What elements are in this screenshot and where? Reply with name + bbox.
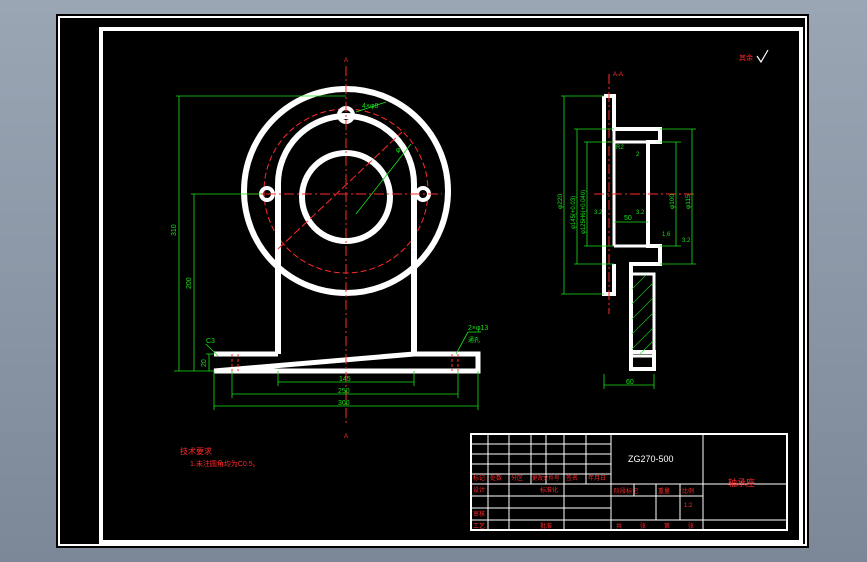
dim-overall-height: 310: [171, 224, 178, 236]
header-sign: 签名: [566, 474, 578, 482]
dim-chamfer: C3: [206, 338, 215, 345]
sheets-unit-1: 张: [640, 522, 646, 530]
section-dimensions: [561, 95, 696, 389]
row-label-process: 工艺: [473, 522, 485, 530]
section-hatch: [631, 274, 654, 356]
row-label-review: 审核: [473, 510, 485, 518]
surface-finish-note: 其余: [739, 53, 753, 62]
row-label-design: 设计: [473, 486, 485, 494]
dim-s2: 3.2: [636, 210, 645, 216]
sheets-number-label: 第: [664, 522, 670, 530]
row-label-mark: 标记: [473, 474, 485, 482]
section-mark-top: A: [344, 58, 348, 64]
dim-d2: φ145(+0.03): [571, 196, 577, 229]
dim-base-width: 300: [338, 400, 350, 407]
sheets-unit-2: 张: [688, 522, 694, 530]
dim-s3: 1.6: [662, 232, 671, 238]
dim-bolt-circle: φ: [396, 147, 401, 154]
dim-d1: φ220: [557, 194, 564, 209]
dim-w1: 50: [624, 215, 632, 222]
standard-label: 标准化: [540, 486, 558, 494]
dim-center-height: 200: [186, 277, 193, 289]
header-date: 年月日: [588, 474, 606, 482]
dim-top-hole: 4×φ8: [362, 103, 379, 110]
dim-s1: 3.2: [594, 210, 603, 216]
dim-r2: R2: [616, 145, 624, 151]
dim-hole-spacing: 250: [338, 388, 350, 395]
header-change-file: 更改文件号: [532, 474, 560, 482]
section-title: A-A: [613, 72, 623, 78]
dim-d5: φ115: [685, 194, 692, 209]
sheets-total-label: 共: [616, 522, 622, 530]
part-name: 轴承座: [728, 477, 755, 488]
dim-w2: 60: [626, 379, 634, 386]
section-mark-bottom: A: [344, 434, 348, 440]
weight-label: 重量: [658, 487, 670, 495]
scale-value: 1:2: [684, 503, 693, 509]
header-zone: 分区: [511, 474, 523, 482]
section-view: A-A φ220 φ145(+0.03) φ125H6(+0.040) φ100…: [557, 72, 696, 389]
approve-label: 批准: [540, 522, 552, 530]
front-view: A A 310 200 20 145 250 300 C3 2×φ13 通孔 4…: [171, 58, 488, 440]
check-icon: [756, 49, 769, 64]
dim-r1: 2: [636, 152, 640, 158]
stage-label: 阶段标记: [614, 487, 638, 495]
dim-s4: 3.2: [682, 238, 691, 244]
dim-d3: φ125H6(+0.040): [581, 190, 587, 234]
drawing-sheet: A A 310 200 20 145 250 300 C3 2×φ13 通孔 4…: [56, 14, 809, 548]
dim-hole-note: 2×φ13: [468, 325, 488, 332]
dim-base-thickness: 20: [201, 359, 208, 367]
outer-border: [58, 16, 807, 546]
dim-hole-note-2: 通孔: [468, 336, 480, 344]
header-count: 处数: [490, 474, 502, 482]
title-block: ZG270-500 轴承座 标记 设计 审核 工艺 处数 分区 更改文件号 签名…: [470, 433, 788, 531]
scale-label: 比例: [682, 487, 694, 495]
notes-line1: 1.未注圆角均为C0.5。: [190, 459, 260, 468]
dim-inner-width: 145: [339, 376, 351, 383]
dim-d4: φ100: [669, 194, 676, 209]
cad-drawing: A A 310 200 20 145 250 300 C3 2×φ13 通孔 4…: [58, 16, 807, 546]
drawing-number: ZG270-500: [628, 454, 674, 464]
notes-title: 技术要求: [180, 446, 212, 456]
